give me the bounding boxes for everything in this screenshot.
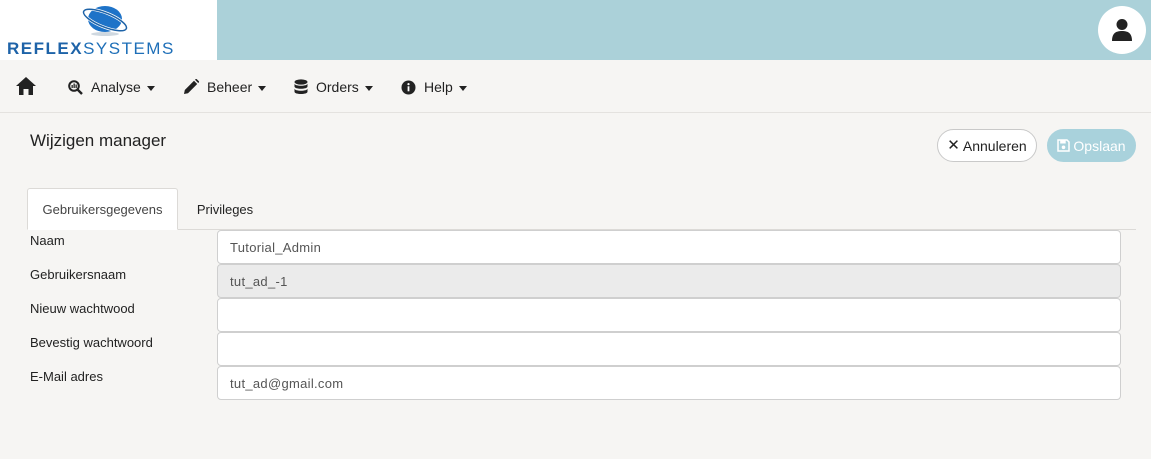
cancel-button-label: Annuleren	[962, 137, 1027, 154]
caret-down-icon	[364, 85, 373, 91]
nav-orders-label: Orders	[316, 79, 359, 95]
search-chart-icon	[68, 79, 83, 95]
confirm-password-input[interactable]	[217, 332, 1121, 366]
nav-beheer[interactable]: Beheer	[183, 77, 267, 97]
close-icon: ✕	[947, 137, 960, 154]
name-input[interactable]: Tutorial_Admin	[217, 230, 1121, 264]
brand-name-light: SYSTEMS	[83, 39, 175, 58]
brand-logo[interactable]: REFLEXSYSTEMS	[0, 0, 217, 60]
name-label: Naam	[30, 233, 65, 248]
nav-orders[interactable]: Orders	[294, 77, 373, 97]
confirm-password-label: Bevestig wachtwoord	[30, 335, 153, 350]
database-icon	[294, 79, 308, 95]
caret-down-icon	[258, 85, 267, 91]
email-label: E-Mail adres	[30, 369, 103, 384]
new-password-input[interactable]	[217, 298, 1121, 332]
floppy-disk-icon	[1057, 139, 1071, 152]
username-label: Gebruikersnaam	[30, 267, 127, 282]
tab-privileges[interactable]: Privileges	[184, 188, 266, 230]
header-bar: REFLEXSYSTEMS	[0, 0, 1151, 60]
brand-name-bold: REFLEX	[7, 39, 84, 58]
info-icon	[401, 80, 416, 94]
tab-gebruikersgegevens[interactable]: Gebruikersgegevens	[27, 188, 178, 230]
user-icon	[1112, 19, 1132, 41]
caret-down-icon	[458, 85, 467, 91]
main-navbar: Analyse Beheer Orders Help	[0, 60, 1151, 113]
new-password-label: Nieuw wachtwood	[30, 301, 135, 316]
nav-help[interactable]: Help	[401, 77, 467, 97]
user-avatar[interactable]	[1098, 6, 1146, 54]
globe-logo-icon	[82, 6, 128, 36]
brand-name: REFLEXSYSTEMS	[7, 39, 175, 59]
email-input[interactable]: tut_ad@gmail.com	[217, 366, 1121, 400]
nav-analyse[interactable]: Analyse	[68, 77, 155, 97]
cancel-button[interactable]: ✕ Annuleren	[937, 129, 1037, 162]
nav-analyse-label: Analyse	[91, 79, 141, 95]
save-button-label: Opslaan	[1073, 137, 1126, 154]
caret-down-icon	[146, 85, 155, 91]
pencil-icon	[184, 79, 199, 94]
nav-help-label: Help	[424, 79, 453, 95]
page-title: Wijzigen manager	[30, 131, 167, 150]
nav-beheer-label: Beheer	[207, 79, 253, 95]
username-input[interactable]: tut_ad_-1	[217, 264, 1121, 298]
save-button[interactable]: Opslaan	[1047, 129, 1136, 162]
home-icon[interactable]	[15, 76, 37, 96]
